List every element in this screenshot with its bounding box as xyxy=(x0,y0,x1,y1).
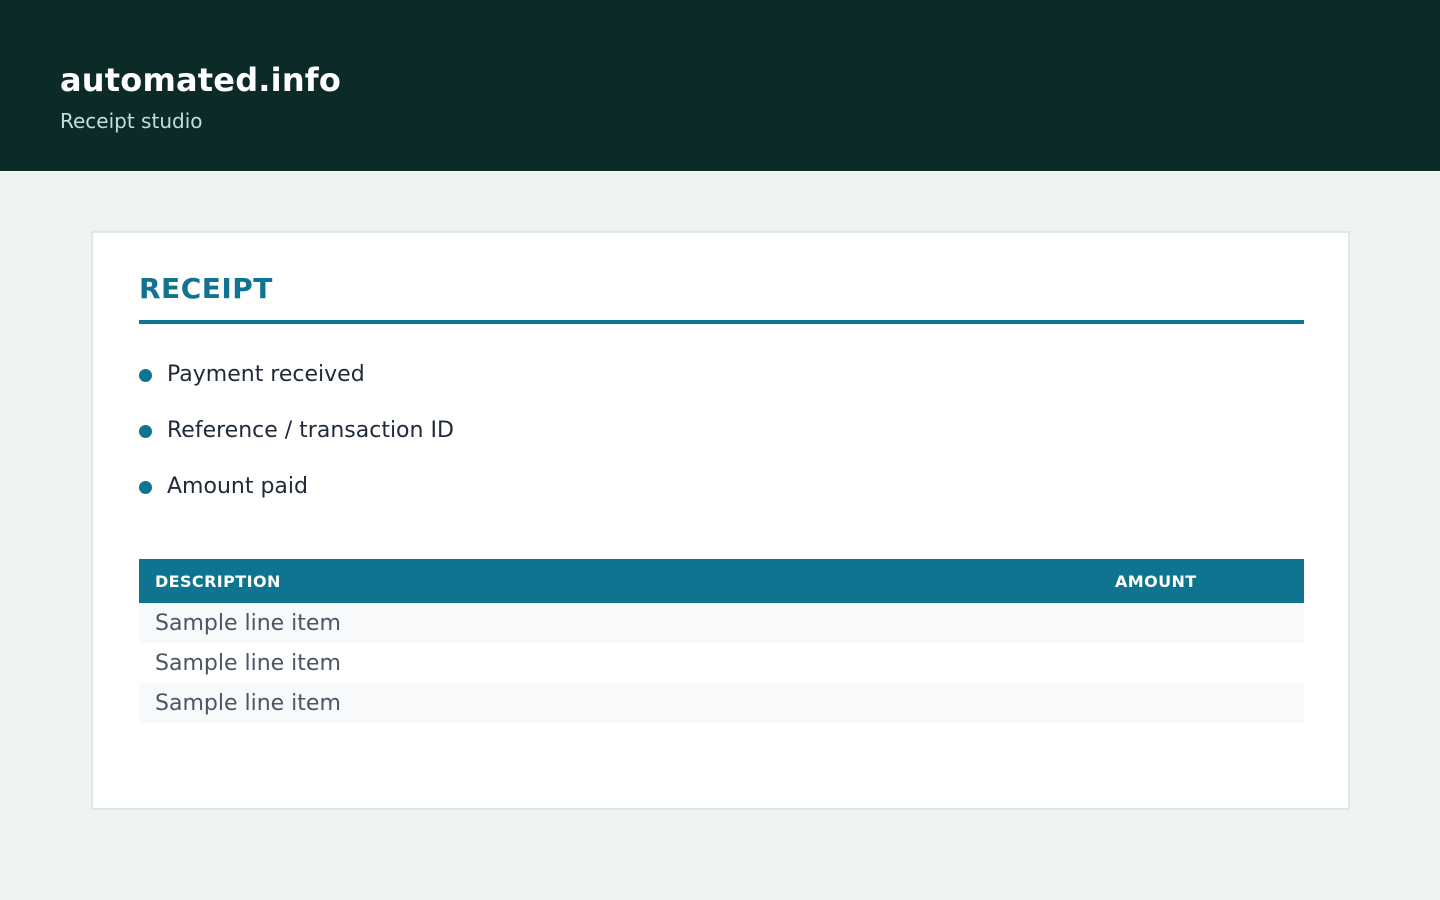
column-header-description: DESCRIPTION xyxy=(155,571,281,591)
point-label: Reference / transaction ID xyxy=(167,418,454,443)
cell-description: Sample line item xyxy=(155,690,341,716)
point-label: Amount paid xyxy=(167,474,308,499)
column-header-amount: AMOUNT xyxy=(1115,571,1197,591)
app-header: automated.info Receipt studio xyxy=(0,0,1440,171)
list-item: Payment received xyxy=(139,357,454,413)
receipt-title: RECEIPT xyxy=(139,272,273,305)
brand-title: automated.info xyxy=(60,61,342,99)
point-label: Payment received xyxy=(167,362,365,387)
table-header: DESCRIPTION AMOUNT xyxy=(139,559,1304,603)
title-divider xyxy=(139,320,1304,324)
table-row: Sample line item xyxy=(139,683,1304,723)
bullet-dot-icon xyxy=(139,481,152,494)
table-row: Sample line item xyxy=(139,603,1304,643)
list-item: Amount paid xyxy=(139,469,454,525)
list-item: Reference / transaction ID xyxy=(139,413,454,469)
cell-description: Sample line item xyxy=(155,610,341,636)
cell-description: Sample line item xyxy=(155,650,341,676)
bullet-dot-icon xyxy=(139,425,152,438)
bullet-dot-icon xyxy=(139,369,152,382)
line-items-table: DESCRIPTION AMOUNT Sample line item Samp… xyxy=(139,559,1304,723)
table-row: Sample line item xyxy=(139,643,1304,683)
receipt-points-list: Payment received Reference / transaction… xyxy=(139,357,454,525)
receipt-card: RECEIPT Payment received Reference / tra… xyxy=(91,231,1350,810)
brand-subtitle: Receipt studio xyxy=(60,109,203,133)
